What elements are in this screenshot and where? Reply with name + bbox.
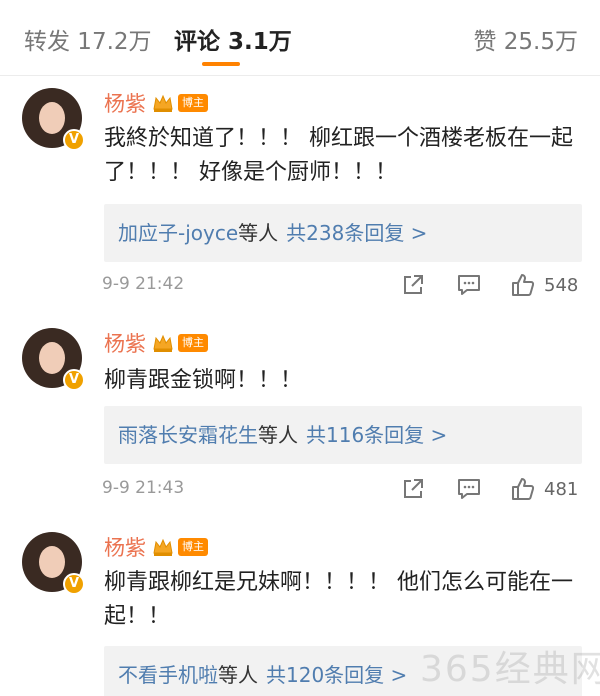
active-tab-indicator	[202, 62, 240, 66]
reply-count[interactable]: 共120条回复 >	[266, 663, 407, 687]
reply-names[interactable]: 雨落长安霜花生	[118, 423, 258, 447]
tab-comments[interactable]: 评论 3.1万	[174, 22, 292, 56]
verified-v-icon: V	[63, 129, 85, 151]
reply-count[interactable]: 共116条回复 >	[306, 423, 447, 447]
commenter-name[interactable]: 杨紫	[104, 532, 146, 562]
comment-tabs: 转发 17.2万 评论 3.1万 赞 25.5万	[0, 0, 600, 76]
commenter-name[interactable]: 杨紫	[104, 88, 146, 118]
tab-likes[interactable]: 赞 25.5万	[473, 22, 578, 56]
comment-text: 柳青跟金锁啊！！！	[104, 368, 303, 393]
commenter-name[interactable]: 杨紫	[104, 328, 146, 358]
share-icon	[404, 275, 423, 294]
like-count: 548	[544, 274, 579, 296]
verified-v-icon: V	[63, 573, 85, 595]
thumbs-up-icon	[512, 274, 535, 296]
reply-suffix: 等人	[258, 423, 298, 447]
blogger-badge: 博主	[178, 94, 208, 112]
like-button[interactable]: 548	[510, 270, 578, 300]
comment-time: 9-9 21:43	[102, 478, 185, 498]
comment-meta: 9-9 21:42 548	[0, 270, 600, 300]
reply-suffix: 等人	[238, 221, 279, 245]
like-button[interactable]: 481	[510, 474, 578, 504]
reply-summary[interactable]: 加应子-joyce等人 共238条回复 >	[104, 204, 582, 262]
comment-text: 我終於知道了！！！ 柳红跟一个酒楼老板在一起了！！！ 好像是个厨师！！！	[104, 126, 573, 185]
comment-time: 9-9 21:42	[102, 274, 185, 294]
crown-icon	[153, 94, 173, 112]
thumbs-up-icon	[512, 478, 535, 500]
crown-icon	[153, 538, 173, 556]
avatar[interactable]: V	[22, 532, 85, 595]
crown-icon	[153, 334, 173, 352]
comment-button[interactable]	[456, 474, 482, 504]
avatar[interactable]: V	[22, 328, 85, 391]
share-button[interactable]	[400, 270, 426, 300]
reply-names[interactable]: 加应子-joyce	[118, 221, 238, 245]
comment-text: 柳青跟柳红是兄妹啊！！！！ 他们怎么可能在一起！！	[104, 570, 573, 629]
comment-button[interactable]	[456, 270, 482, 300]
share-icon	[404, 479, 423, 498]
reply-suffix: 等人	[218, 663, 258, 687]
comment-icon	[458, 275, 480, 295]
blogger-badge: 博主	[178, 538, 208, 556]
share-button[interactable]	[400, 474, 426, 504]
tab-repost[interactable]: 转发 17.2万	[24, 22, 152, 56]
reply-summary[interactable]: 雨落长安霜花生等人 共116条回复 >	[104, 406, 582, 464]
watermark: 365经典网	[420, 649, 600, 690]
comment-meta: 9-9 21:43 481	[0, 474, 600, 504]
verified-v-icon: V	[63, 369, 85, 391]
reply-names[interactable]: 不看手机啦	[118, 663, 218, 687]
avatar[interactable]: V	[22, 88, 85, 151]
like-count: 481	[544, 478, 579, 500]
comment-icon	[458, 479, 480, 499]
reply-count[interactable]: 共238条回复 >	[286, 221, 427, 245]
blogger-badge: 博主	[178, 334, 208, 352]
